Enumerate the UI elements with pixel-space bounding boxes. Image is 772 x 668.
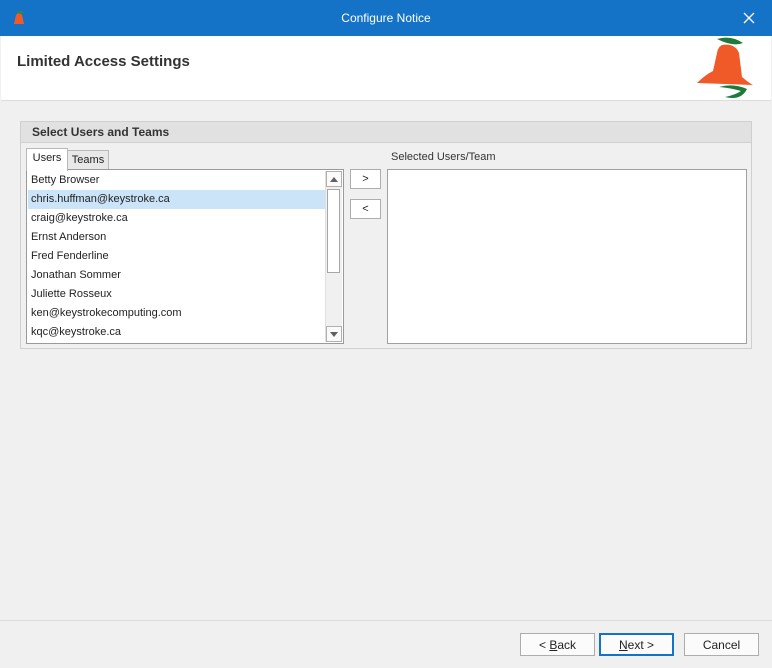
list-item[interactable]: kqc@keystroke.ca bbox=[28, 323, 325, 342]
tab-users[interactable]: Users bbox=[26, 148, 68, 171]
close-button[interactable] bbox=[726, 0, 772, 36]
title-bar: Configure Notice bbox=[0, 0, 772, 36]
group-title: Select Users and Teams bbox=[21, 122, 751, 143]
list-item[interactable]: Jonathan Sommer bbox=[28, 266, 325, 285]
back-button[interactable]: < Back bbox=[520, 633, 595, 656]
back-rest: ack bbox=[557, 637, 577, 652]
scroll-down-button[interactable] bbox=[326, 326, 342, 342]
page-title: Limited Access Settings bbox=[17, 53, 190, 70]
add-to-selected-button[interactable]: > bbox=[350, 169, 381, 189]
list-item[interactable]: chris.huffman@keystroke.ca bbox=[28, 190, 325, 209]
back-accelerator: B bbox=[549, 637, 558, 652]
list-item[interactable]: Ernst Anderson bbox=[28, 228, 325, 247]
wizard-header: Limited Access Settings bbox=[1, 36, 771, 101]
next-accelerator: N bbox=[618, 637, 628, 652]
bell-logo-icon bbox=[697, 37, 753, 98]
tab-teams[interactable]: Teams bbox=[67, 150, 109, 171]
chevron-up-icon bbox=[330, 176, 338, 182]
next-button[interactable]: Next > bbox=[599, 633, 674, 656]
list-item[interactable]: Juliette Rosseux bbox=[28, 285, 325, 304]
users-list-items: Betty Browser chris.huffman@keystroke.ca c… bbox=[28, 171, 325, 342]
list-item[interactable]: Betty Browser bbox=[28, 171, 325, 190]
window-title: Configure Notice bbox=[341, 11, 431, 25]
close-icon bbox=[743, 12, 755, 24]
list-item[interactable]: ken@keystrokecomputing.com bbox=[28, 304, 325, 323]
list-item[interactable]: Fred Fenderline bbox=[28, 247, 325, 266]
users-list-scrollbar[interactable] bbox=[325, 171, 342, 342]
cancel-button[interactable]: Cancel bbox=[684, 633, 759, 656]
scroll-thumb[interactable] bbox=[327, 189, 340, 273]
selected-users-list[interactable] bbox=[387, 169, 747, 344]
remove-from-selected-button[interactable]: < bbox=[350, 199, 381, 219]
back-prefix: < bbox=[538, 637, 550, 652]
users-list[interactable]: Betty Browser chris.huffman@keystroke.ca c… bbox=[26, 169, 344, 344]
select-users-teams-group: Select Users and Teams Users Teams Betty… bbox=[20, 121, 752, 349]
footer-divider bbox=[0, 620, 772, 621]
selected-users-label: Selected Users/Team bbox=[391, 151, 496, 163]
chevron-down-icon bbox=[330, 331, 338, 337]
list-item[interactable]: craig@keystroke.ca bbox=[28, 209, 325, 228]
scroll-up-button[interactable] bbox=[326, 171, 342, 187]
next-rest: ext > bbox=[627, 637, 655, 652]
